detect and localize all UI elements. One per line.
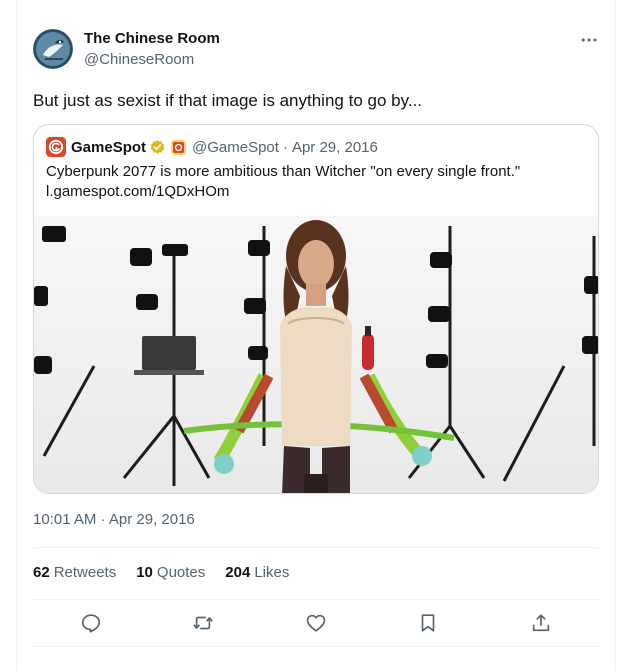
quoted-author-handle[interactable]: @GameSpot <box>192 139 279 156</box>
tweet-text: But just as sexist if that image is anyt… <box>33 91 422 110</box>
share-icon <box>532 614 550 632</box>
bookmark-button[interactable] <box>415 610 441 636</box>
heart-icon <box>306 614 326 632</box>
retweets-label: Retweets <box>53 564 117 581</box>
engagement-stats: 62 Retweets 10 Quotes 204 Likes <box>33 564 309 581</box>
quoted-tweet-card[interactable]: GameSpot @GameSpot · Apr 29, 2016 Cyberp… <box>33 124 599 494</box>
reply-icon <box>81 614 101 633</box>
quoted-tweet-text: Cyberpunk 2077 is more ambitious than Wi… <box>46 162 586 202</box>
author-avatar[interactable] <box>33 29 73 69</box>
tweet-timestamp[interactable]: 10:01 AM · Apr 29, 2016 <box>33 511 195 528</box>
verified-badge-icon <box>150 139 165 154</box>
action-bar <box>33 602 599 644</box>
retweets-count: 62 <box>33 564 50 581</box>
divider-bottom <box>33 646 599 647</box>
likes-label: Likes <box>254 564 290 581</box>
likes-count: 204 <box>225 564 251 581</box>
quoted-tweet-header: GameSpot @GameSpot · Apr 29, 2016 <box>46 137 378 157</box>
affiliate-badge-icon <box>171 139 187 155</box>
quoted-tweet-image[interactable] <box>34 216 598 493</box>
bookmark-icon <box>421 614 435 632</box>
author-handle[interactable]: @ChineseRoom <box>84 51 194 68</box>
gamespot-avatar <box>46 137 66 157</box>
quotes-label: Quotes <box>156 564 206 581</box>
share-button[interactable] <box>528 610 554 636</box>
quoted-tweet-date[interactable]: Apr 29, 2016 <box>292 139 378 156</box>
quotes-stat[interactable]: 10 Quotes <box>136 564 205 581</box>
retweet-icon <box>193 616 213 630</box>
author-name[interactable]: The Chinese Room <box>84 30 220 47</box>
quoted-author-name[interactable]: GameSpot <box>71 139 146 156</box>
retweets-stat[interactable]: 62 Retweets <box>33 564 116 581</box>
more-horizontal-icon <box>581 38 597 42</box>
quoted-tweet-body: Cyberpunk 2077 is more ambitious than Wi… <box>46 163 521 180</box>
header-separator: · <box>282 138 288 156</box>
quotes-count: 10 <box>136 564 153 581</box>
reply-button[interactable] <box>78 610 104 636</box>
retweet-button[interactable] <box>190 610 216 636</box>
likes-stat[interactable]: 204 Likes <box>225 564 289 581</box>
divider-top <box>33 547 599 548</box>
divider-middle <box>33 599 599 600</box>
like-button[interactable] <box>303 610 329 636</box>
quoted-tweet-link[interactable]: l.gamespot.com/1QDxHOm <box>46 182 586 202</box>
more-options-button[interactable] <box>572 28 606 52</box>
